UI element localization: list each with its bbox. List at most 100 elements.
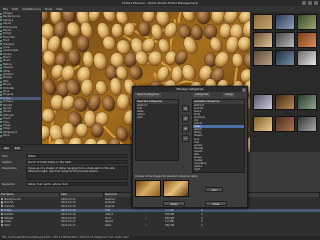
selected-categories-list[interactable]: Selected Categories abstract fruit dates na…	[135, 99, 179, 161]
window-controls	[302, 1, 318, 5]
folder-icon	[0, 117, 2, 120]
window-close-button[interactable]	[314, 1, 318, 5]
maximize-button[interactable]	[308, 1, 312, 5]
thumbnail[interactable]	[253, 116, 273, 132]
folder-icon	[0, 49, 2, 52]
folder-icon	[0, 66, 2, 69]
apply-button[interactable]: Apply	[163, 201, 185, 206]
folder-icon	[0, 53, 2, 56]
folder-icon	[0, 29, 2, 32]
thumbnail[interactable]	[253, 32, 273, 48]
thumbnail[interactable]	[297, 94, 317, 110]
caption-field[interactable]: Bunch of fresh dates on the palm	[26, 160, 128, 164]
folder-icon	[0, 63, 2, 66]
folder-icon	[0, 36, 2, 39]
folder-icon	[0, 16, 2, 19]
folder-icon	[0, 19, 2, 22]
folder-icon	[0, 46, 2, 49]
column-header-name[interactable]: File Name	[0, 193, 60, 197]
tab-assign[interactable]: Assign	[223, 93, 236, 97]
thumbnail[interactable]	[253, 14, 273, 30]
cell-name-wrap: Palm	[1, 224, 10, 228]
thumbnail[interactable]	[253, 94, 273, 110]
cell-name: Market	[4, 216, 13, 220]
thumbnail[interactable]	[297, 116, 317, 132]
move-left-button[interactable]: <	[182, 105, 189, 112]
thumbnail[interactable]	[297, 14, 317, 30]
add-category-button[interactable]: +	[182, 125, 189, 132]
title-label: Title	[2, 155, 8, 158]
move-right-button[interactable]: >	[182, 115, 189, 122]
thumbnail-panel	[250, 12, 320, 152]
cell-flag: ✓	[145, 224, 148, 228]
folder-icon	[0, 22, 2, 25]
cell-date: 2012-03-17	[61, 224, 76, 228]
column-header-date[interactable]: Date	[60, 193, 104, 197]
date-fruit	[111, 23, 123, 39]
available-categories-list[interactable]: Available Categories abstract animals beac…	[192, 99, 245, 173]
preview-thumbnail[interactable]	[163, 180, 189, 197]
remove-category-button[interactable]: −	[182, 135, 189, 142]
cell-name: Dates	[4, 209, 12, 213]
preview-label: Preview of the images the selected categ…	[135, 175, 198, 178]
description-field[interactable]: Close-up of a cluster of dates hanging f…	[26, 166, 128, 180]
folder-icon	[0, 70, 2, 73]
tab-edit[interactable]: Edit	[12, 146, 22, 151]
status-bar: File: /home/user/Pictures/dates.jpg 1024…	[0, 236, 320, 240]
folder-tree: Images Backgrounds Camera Clipart Downloads E…	[0, 12, 42, 144]
list-item[interactable]: palm	[136, 116, 178, 119]
folder-icon	[0, 100, 2, 103]
thumbnail[interactable]	[253, 50, 273, 66]
cell-kw: palm	[105, 224, 112, 228]
keywords-field[interactable]: dates, fruit, palm, nature, food	[26, 182, 128, 186]
tab-info[interactable]: Info	[2, 146, 11, 151]
folder-icon	[0, 83, 2, 86]
folder-icon	[0, 56, 2, 59]
table-row[interactable]: Palm 2012-03-17 palm ✓ 932 KB 4	[0, 224, 320, 228]
thumbnail[interactable]	[275, 14, 295, 30]
tab-categories[interactable]: Categories	[193, 93, 211, 97]
folder-icon	[0, 12, 2, 15]
thumbnail[interactable]	[275, 50, 295, 66]
cell-name: Backgrounds	[4, 197, 21, 201]
minimize-button[interactable]	[302, 1, 306, 5]
folder-icon	[0, 114, 2, 117]
folder-icon	[0, 33, 2, 36]
folder-icon	[0, 77, 2, 80]
thumbnail[interactable]	[297, 32, 317, 48]
folder-icon	[0, 127, 2, 130]
tab-select-categories[interactable]: Select Categories	[135, 93, 161, 97]
manage-categories-dialog: Manage Categories × Select Categories Ca…	[132, 86, 248, 208]
cell-name: Garden	[4, 212, 14, 216]
folder-icon	[0, 43, 2, 46]
title-field[interactable]: Dates	[26, 154, 128, 158]
thumbnail[interactable]	[275, 32, 295, 48]
thumbnail[interactable]	[297, 50, 317, 66]
folder-icon	[0, 39, 2, 42]
thumbnail[interactable]	[275, 94, 295, 110]
window-title: Fotoxx Phoenix - Photo Studio Editor Man…	[122, 1, 198, 5]
info-panel: Title Dates Caption Bunch of fresh dates…	[0, 152, 132, 192]
folder-icon	[0, 104, 2, 107]
close-button[interactable]: Close	[205, 201, 227, 206]
tree-item-label: Work	[3, 134, 10, 138]
add-button[interactable]: Add	[205, 187, 223, 192]
folder-icon	[0, 73, 2, 76]
folder-icon	[0, 26, 2, 29]
folder-icon	[0, 134, 2, 137]
keywords-label: Keywords	[2, 183, 15, 186]
tree-item[interactable]: Work	[0, 134, 41, 137]
folder-icon	[0, 94, 2, 97]
folder-icon	[0, 60, 2, 63]
dialog-close-icon[interactable]: ×	[242, 87, 246, 92]
dialog-title: Manage Categories	[176, 87, 204, 91]
preview-thumbnail[interactable]	[135, 180, 161, 197]
description-label: Description	[2, 167, 17, 170]
date-fruit	[76, 35, 90, 53]
folder-icon	[0, 111, 2, 114]
thumbnail[interactable]	[275, 116, 295, 132]
cell-name: Palm	[4, 224, 11, 228]
folder-icon	[0, 124, 2, 127]
list-item[interactable]: palm	[193, 172, 244, 173]
cell-name: Camera	[4, 205, 15, 209]
